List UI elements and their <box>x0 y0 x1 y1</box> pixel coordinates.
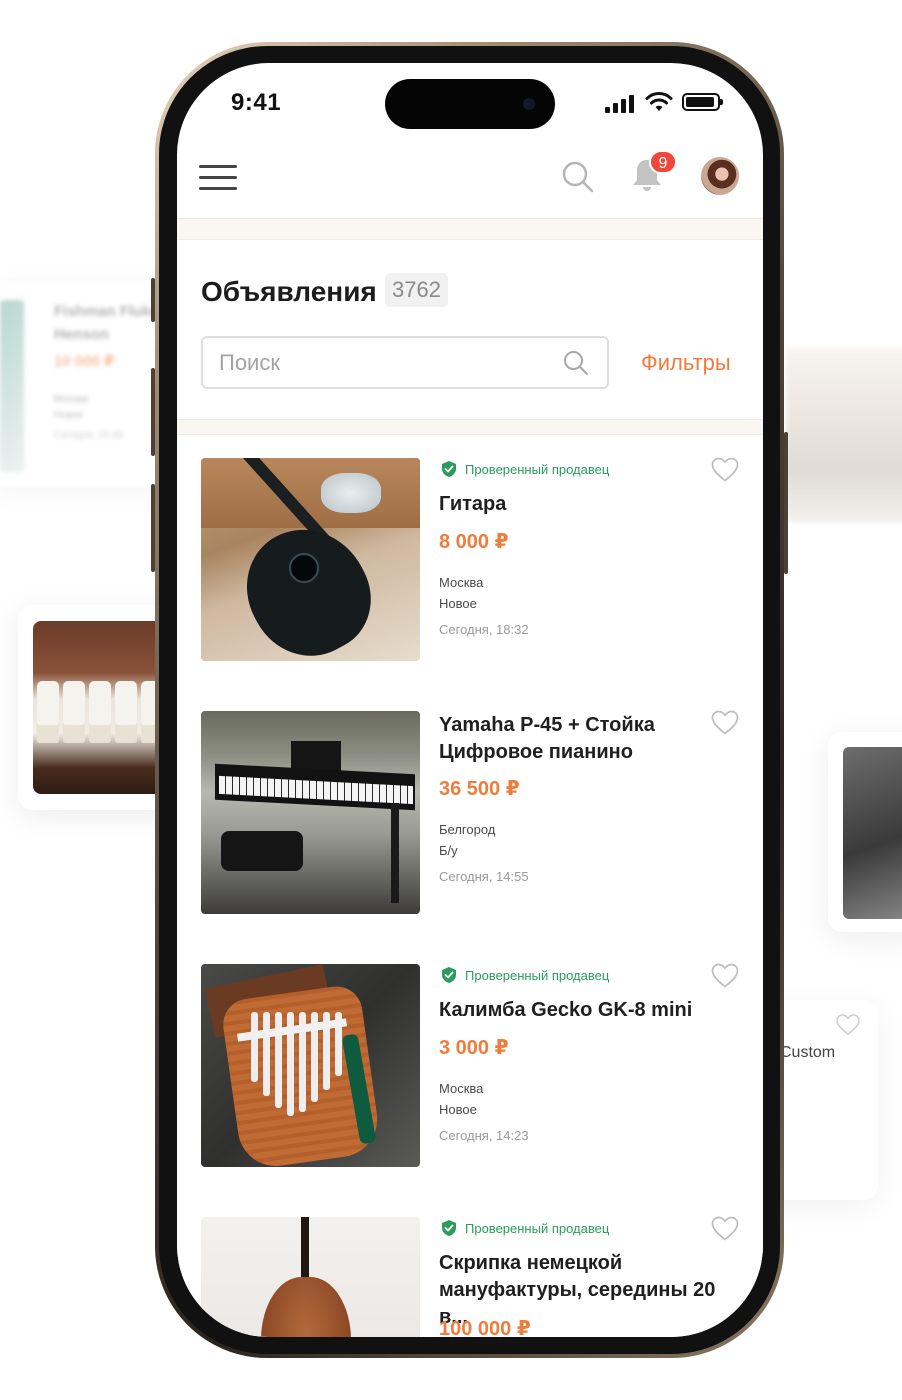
bg-bottle <box>37 681 59 743</box>
listing-card[interactable]: Yamaha P-45 + Стойка Цифровое пианино 36… <box>177 688 763 942</box>
phone-volume-down <box>151 484 155 572</box>
listing-title[interactable]: Гитара <box>439 491 739 518</box>
photo-guitar-body <box>225 507 391 661</box>
shield-check-icon <box>442 1220 456 1236</box>
verified-seller-badge: Проверенный продавец <box>441 459 609 479</box>
verified-seller-badge: Проверенный продавец <box>441 1218 609 1238</box>
bg-photo-card-right-top <box>786 348 902 523</box>
listing-title[interactable]: Yamaha P-45 + Стойка Цифровое пианино <box>439 712 739 766</box>
heart-icon[interactable] <box>711 710 739 736</box>
menu-icon[interactable] <box>199 165 237 191</box>
photo-tine <box>251 1012 258 1082</box>
listing-city: Москва <box>439 1081 484 1096</box>
signal-bar <box>629 95 634 113</box>
bg-listing-condition: Новое <box>54 410 84 421</box>
listing-date: Сегодня, 14:23 <box>439 1128 529 1143</box>
photo-violin-body <box>261 1277 351 1337</box>
heart-icon <box>836 1014 860 1035</box>
menu-line <box>199 165 237 168</box>
listing-price: 36 500 ₽ <box>439 778 520 800</box>
phone-volume-up <box>151 368 155 456</box>
bg-bottle <box>115 681 137 743</box>
wifi-icon <box>645 92 673 111</box>
guitar-photo <box>201 458 420 661</box>
kalimba-photo <box>201 964 420 1167</box>
bg-photo-card-right-drums <box>828 732 902 932</box>
piano-photo <box>201 711 420 914</box>
photo-tine <box>263 1012 270 1096</box>
search-input[interactable] <box>219 348 549 378</box>
menu-line <box>199 187 237 190</box>
signal-bar <box>621 99 626 113</box>
listing-photo-violin[interactable] <box>201 1217 420 1337</box>
bg-bottle <box>89 681 111 743</box>
notification-badge: 9 <box>649 150 677 174</box>
app-header: 9 <box>177 150 763 217</box>
heart-icon[interactable] <box>711 963 739 989</box>
listing-card[interactable]: Проверенный продавец Гитара 8 000 ₽ Моск… <box>177 435 763 689</box>
heart-icon[interactable] <box>711 1216 739 1242</box>
menu-line <box>199 176 237 179</box>
listing-date: Сегодня, 18:32 <box>439 622 529 637</box>
listing-condition: Новое <box>439 596 477 611</box>
shield-check-icon <box>442 461 456 477</box>
search-field[interactable] <box>201 336 609 389</box>
bg-listing-photo <box>0 300 24 472</box>
listing-city: Белгород <box>439 822 496 837</box>
listings-count-badge: 3762 <box>385 273 448 307</box>
dynamic-island <box>385 79 555 129</box>
bg-listing-meta: Москва Новое <box>54 392 88 424</box>
bg-listing-label: Custom <box>780 1044 836 1061</box>
listing-price: 3 000 ₽ <box>439 1037 509 1059</box>
shield-check-icon <box>442 967 456 983</box>
page-title: Объявления <box>201 276 377 307</box>
verified-seller-label: Проверенный продавец <box>465 461 610 477</box>
photo-piano-bench <box>221 831 303 871</box>
listing-city: Москва <box>439 575 484 590</box>
listing-photo-guitar[interactable] <box>201 458 420 661</box>
verified-seller-label: Проверенный продавец <box>465 967 610 983</box>
phone-screen: 9:41 9 Объявления 3762 Поиск Фильтры Про… <box>177 63 763 1337</box>
listing-price: 100 000 ₽ <box>439 1318 531 1337</box>
listing-price: 8 000 ₽ <box>439 531 509 553</box>
photo-guitar-hole <box>289 553 319 583</box>
photo-piano-leg <box>391 803 399 903</box>
verified-seller-badge: Проверенный продавец <box>441 965 609 985</box>
listing-card[interactable]: Проверенный продавец Калимба Gecko GK-8 … <box>177 941 763 1195</box>
phone-power-button <box>784 432 788 574</box>
listing-photo-piano[interactable] <box>201 711 420 914</box>
status-time: 9:41 <box>231 89 282 116</box>
filters-button[interactable]: Фильтры <box>641 350 731 376</box>
search-icon[interactable] <box>561 160 595 194</box>
bg-listing-city: Москва <box>54 394 89 405</box>
bg-bottle <box>63 681 85 743</box>
listing-card[interactable]: Проверенный продавец Скрипка немецкой ма… <box>177 1194 763 1337</box>
bg-listing-price: 10 000 ₽ <box>54 353 115 370</box>
verified-seller-label: Проверенный продавец <box>465 1220 610 1236</box>
section-divider <box>177 419 763 435</box>
avatar[interactable] <box>701 157 739 195</box>
signal-bar <box>613 103 618 113</box>
listing-photo-kalimba[interactable] <box>201 964 420 1167</box>
signal-bar <box>605 107 610 113</box>
heart-icon[interactable] <box>711 457 739 483</box>
phone-action-button <box>151 278 155 322</box>
photo-wrap <box>321 473 381 513</box>
bg-photo-drums <box>843 747 902 919</box>
listing-condition: Новое <box>439 1102 477 1117</box>
bg-photo <box>786 348 902 523</box>
violin-photo <box>201 1217 420 1337</box>
front-camera <box>523 98 535 110</box>
photo-music-stand <box>291 741 341 771</box>
search-icon[interactable] <box>563 350 589 376</box>
bg-listing-date: Сегодня, 15:40 <box>54 430 123 441</box>
battery-icon <box>682 93 723 111</box>
cellular-signal-icon <box>605 93 635 113</box>
listing-title[interactable]: Калимба Gecko GK-8 mini <box>439 997 739 1024</box>
section-divider <box>177 218 763 240</box>
listing-date: Сегодня, 14:55 <box>439 869 529 884</box>
listing-condition: Б/у <box>439 843 458 858</box>
